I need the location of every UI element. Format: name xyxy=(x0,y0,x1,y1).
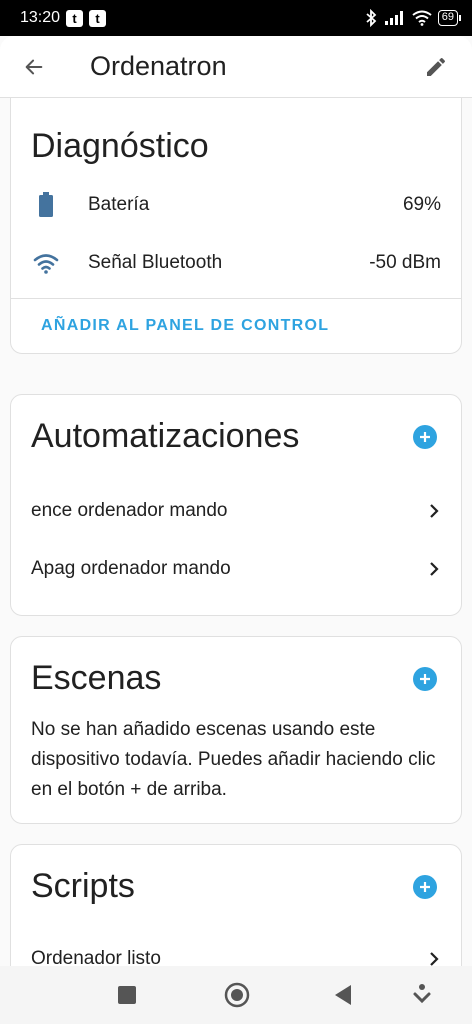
battery-label: Batería xyxy=(88,194,150,215)
status-left: 13:20 t t xyxy=(20,9,107,27)
wifi-signal-icon xyxy=(31,252,61,274)
automation-item[interactable]: ence ordenador mando xyxy=(31,491,439,531)
bluetooth-signal-label: Señal Bluetooth xyxy=(88,252,223,273)
scenes-card: Escenas No se han añadido escenas usando… xyxy=(10,636,462,824)
app-bar: Ordenatron xyxy=(0,36,472,98)
status-bar: 13:20 t t 69 xyxy=(0,0,472,36)
plus-icon xyxy=(420,881,430,892)
status-right: 69 xyxy=(364,9,462,27)
battery-indicator: 69 xyxy=(437,10,462,26)
add-to-dashboard-button[interactable]: AÑADIR AL PANEL DE CONTROL xyxy=(41,317,329,335)
automation-item-label: ence ordenador mando xyxy=(31,500,228,521)
notification-icon: t xyxy=(89,9,107,27)
script-item-label: Ordenador listo xyxy=(31,948,161,966)
status-time: 13:20 xyxy=(20,9,61,26)
diagnostics-card: Diagnóstico Batería 69% Señal Bluetooth … xyxy=(10,98,462,354)
plus-icon xyxy=(420,673,430,684)
chevron-down-icon xyxy=(413,984,431,1004)
back-nav-button[interactable] xyxy=(333,984,353,1006)
add-script-button[interactable] xyxy=(413,874,437,899)
home-circle-icon xyxy=(224,982,250,1008)
plus-icon xyxy=(420,431,430,442)
wifi-icon xyxy=(412,10,432,26)
bluetooth-signal-row[interactable]: Señal Bluetooth -50 dBm xyxy=(31,243,441,283)
add-scene-button[interactable] xyxy=(413,666,437,691)
battery-row[interactable]: Batería 69% xyxy=(31,185,441,225)
edit-button[interactable] xyxy=(418,49,454,85)
automations-title: Automatizaciones xyxy=(31,417,300,455)
assistant-button[interactable] xyxy=(412,984,432,1006)
recents-button[interactable] xyxy=(118,986,136,1004)
scenes-header: Escenas xyxy=(31,659,437,698)
home-button[interactable] xyxy=(224,982,250,1008)
divider xyxy=(11,298,461,299)
scripts-header: Scripts xyxy=(31,867,437,906)
automations-card: Automatizaciones ence ordenador mando Ap… xyxy=(10,394,462,616)
diagnostics-title: Diagnóstico xyxy=(31,127,209,165)
script-item[interactable]: Ordenador listo xyxy=(31,939,439,966)
back-button[interactable] xyxy=(16,49,52,85)
battery-icon xyxy=(31,192,61,218)
add-automation-button[interactable] xyxy=(413,424,437,449)
scripts-card: Scripts Ordenador listo xyxy=(10,844,462,966)
automations-header: Automatizaciones xyxy=(31,417,437,456)
battery-value: 69% xyxy=(402,194,441,215)
chevron-right-icon xyxy=(430,504,439,518)
cell-signal-icon xyxy=(384,11,403,25)
bluetooth-icon xyxy=(366,9,377,27)
chevron-right-icon xyxy=(430,952,439,966)
content-area[interactable]: Diagnóstico Batería 69% Señal Bluetooth … xyxy=(0,98,472,966)
page-title: Ordenatron xyxy=(90,51,227,81)
scenes-title: Escenas xyxy=(31,659,162,697)
notification-icon: t xyxy=(66,9,84,27)
square-icon xyxy=(118,986,136,1004)
pencil-icon xyxy=(427,57,446,76)
arrow-left-icon xyxy=(25,59,43,74)
scenes-empty-text: No se han añadido escenas usando este di… xyxy=(31,719,436,800)
automation-item[interactable]: Apag ordenador mando xyxy=(31,549,439,589)
system-nav-bar xyxy=(0,966,472,1024)
scripts-title: Scripts xyxy=(31,867,135,905)
triangle-back-icon xyxy=(335,985,351,1005)
bluetooth-signal-value: -50 dBm xyxy=(369,252,441,273)
automation-item-label: Apag ordenador mando xyxy=(31,558,231,579)
chevron-right-icon xyxy=(430,562,439,576)
